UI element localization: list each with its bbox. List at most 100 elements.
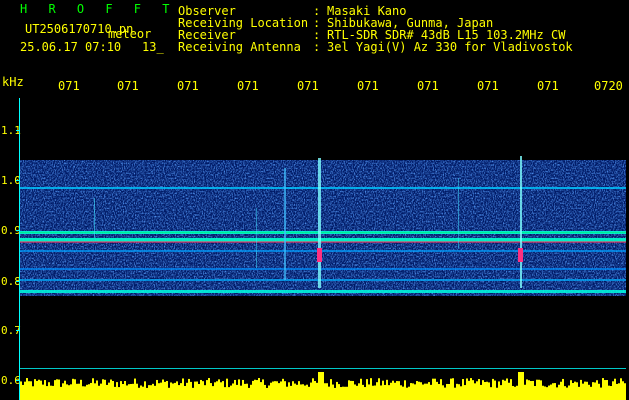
amplitude-bar — [124, 381, 126, 400]
amplitude-bar — [316, 382, 318, 400]
amplitude-bar — [514, 386, 516, 400]
amplitude-bar — [418, 381, 420, 400]
amplitude-bar — [516, 385, 518, 400]
amplitude-bar — [270, 382, 272, 400]
amplitude-bar — [60, 386, 62, 400]
amplitude-bar — [142, 386, 144, 400]
amplitude-bar — [152, 383, 154, 400]
amplitude-bar — [210, 383, 212, 400]
amplitude-bar — [402, 386, 404, 400]
amplitude-bar — [306, 384, 308, 400]
amplitude-bar — [68, 385, 70, 400]
amplitude-bar — [330, 379, 332, 400]
amplitude-bar — [148, 385, 150, 400]
amplitude-bar — [260, 382, 262, 400]
amplitude-bar — [360, 378, 362, 400]
amplitude-bar — [460, 386, 462, 400]
amplitude-bar — [254, 379, 256, 400]
amplitude-bar — [120, 381, 122, 400]
amplitude-bar — [426, 383, 428, 400]
amplitude-bar — [48, 382, 50, 400]
amplitude-bar — [174, 382, 176, 400]
amplitude-bar — [624, 383, 626, 400]
x-tick-label: 071 — [357, 79, 379, 93]
amplitude-bar — [214, 382, 216, 400]
amplitude-bar — [342, 386, 344, 400]
amplitude-bar — [146, 387, 148, 400]
amplitude-bar — [104, 379, 106, 400]
amplitude-bar — [70, 384, 72, 400]
amplitude-bar — [240, 385, 242, 400]
amplitude-bar — [582, 383, 584, 400]
amplitude-bar — [600, 387, 602, 400]
amplitude-bar — [492, 378, 494, 400]
amplitude-bar — [508, 382, 510, 400]
amplitude-bar — [560, 381, 562, 400]
amplitude-bar — [494, 380, 496, 400]
amplitude-bar — [434, 378, 436, 400]
amplitude-bar — [282, 378, 284, 400]
amplitude-bar — [444, 387, 446, 400]
amplitude-bar — [512, 385, 514, 400]
amplitude-bar — [416, 381, 418, 400]
amplitude-bar — [620, 378, 622, 400]
amplitude-bar — [370, 378, 372, 400]
amplitude-bar — [242, 379, 244, 400]
amplitude-bar — [366, 379, 368, 400]
amplitude-bar — [166, 381, 168, 400]
amplitude-bar — [170, 382, 172, 400]
amplitude-bar — [424, 383, 426, 400]
amplitude-bar — [234, 379, 236, 400]
amplitude-bar — [490, 387, 492, 400]
amplitude-bar — [480, 384, 482, 400]
amplitude-bar — [476, 381, 478, 400]
meteor-streak — [318, 158, 321, 288]
x-tick-label: 071 — [477, 79, 499, 93]
amplitude-bar — [566, 387, 568, 400]
band-0-82 — [20, 268, 626, 270]
amplitude-bar — [606, 380, 608, 400]
amplitude-bar — [168, 387, 170, 400]
amplitude-bar — [138, 387, 140, 400]
antenna-value: 3el Yagi(V) Az 330 for Vladivostok — [327, 40, 573, 54]
amplitude-bar — [226, 378, 228, 400]
amplitude-bar — [550, 384, 552, 400]
x-tick-label: 0720 — [594, 79, 623, 93]
amplitude-bar — [198, 384, 200, 400]
amplitude-bar — [598, 383, 600, 400]
amplitude-bar — [462, 379, 464, 400]
amplitude-bar — [272, 381, 274, 400]
amplitude-bar — [180, 383, 182, 400]
amplitude-bar — [300, 384, 302, 400]
band-0-875 — [20, 241, 626, 243]
amplitude-bar — [448, 384, 450, 400]
amplitude-bar — [410, 383, 412, 400]
amplitude-bar — [376, 382, 378, 400]
amplitude-bar — [394, 382, 396, 400]
amplitude-bar — [328, 386, 330, 400]
amplitude-bar — [456, 383, 458, 400]
amplitude-bar — [526, 379, 528, 400]
amplitude-bar — [404, 380, 406, 400]
x-tick-label: 071 — [58, 79, 80, 93]
amplitude-bar — [134, 378, 136, 400]
amplitude-bar — [46, 386, 48, 400]
amplitude-bar — [458, 384, 460, 400]
amplitude-bar — [32, 386, 34, 400]
amplitude-bar — [542, 385, 544, 400]
spectrogram-plot — [20, 156, 626, 400]
amplitude-bar — [544, 386, 546, 400]
amplitude-bar — [344, 386, 346, 400]
amplitude-bar — [222, 381, 224, 400]
amplitude-bar — [318, 372, 320, 400]
amplitude-bar — [156, 379, 158, 400]
amplitude-bar — [264, 384, 266, 400]
amplitude-bar — [284, 381, 286, 400]
amplitude-bar — [540, 380, 542, 400]
amplitude-bar — [116, 382, 118, 400]
amplitude-bar — [590, 386, 592, 400]
amplitude-bar — [340, 387, 342, 400]
amplitude-bar — [334, 387, 336, 400]
amplitude-bar — [548, 385, 550, 400]
amplitude-bar — [88, 384, 90, 400]
